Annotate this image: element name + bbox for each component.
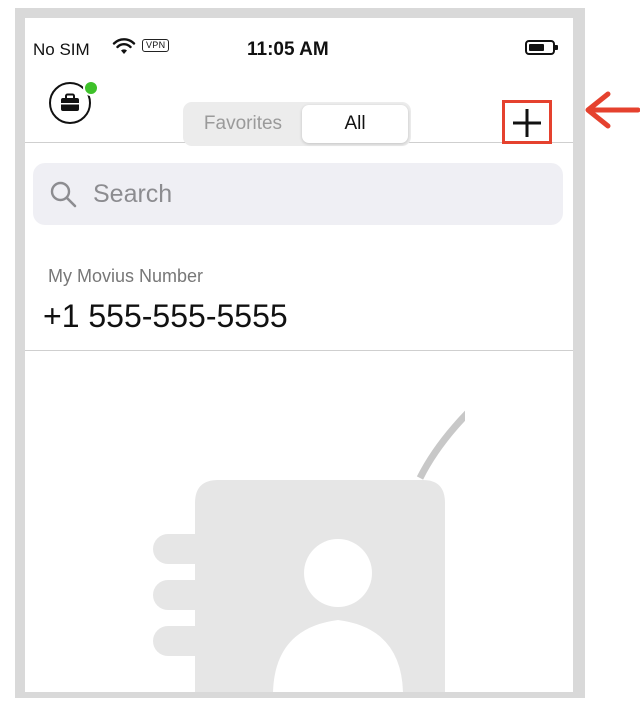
- profile-avatar[interactable]: [49, 80, 99, 124]
- battery-icon: [525, 40, 558, 55]
- my-number-row: My Movius Number +1 555-555-5555: [25, 248, 573, 351]
- search-icon: [50, 181, 77, 208]
- briefcase-icon: [61, 93, 79, 111]
- search-placeholder: Search: [93, 180, 173, 208]
- my-number-label: My Movius Number: [48, 266, 204, 286]
- status-bar: No SIM VPN 11:05 AM: [25, 18, 573, 64]
- carrier-label: No SIM: [33, 40, 90, 59]
- add-contact-highlight: [502, 100, 552, 144]
- wifi-icon: [112, 38, 136, 54]
- tab-all[interactable]: All: [302, 105, 408, 143]
- my-number-value: +1 555-555-5555: [43, 298, 288, 334]
- presence-indicator: [83, 80, 99, 96]
- contacts-filter-segmented-control: Favorites All: [183, 102, 411, 146]
- status-time: 11:05 AM: [247, 39, 329, 60]
- search-input[interactable]: Search: [33, 163, 563, 225]
- truncated-text: [43, 344, 133, 350]
- vpn-badge: VPN: [142, 39, 170, 52]
- nav-bar: Favorites All: [25, 64, 573, 146]
- plus-icon[interactable]: [512, 108, 542, 138]
- tab-favorites[interactable]: Favorites: [186, 105, 300, 143]
- empty-contacts-illustration: [153, 410, 465, 692]
- phone-screen: No SIM VPN 11:05 AM Favorites All Search…: [25, 18, 573, 692]
- callout-arrow-icon: [585, 91, 640, 129]
